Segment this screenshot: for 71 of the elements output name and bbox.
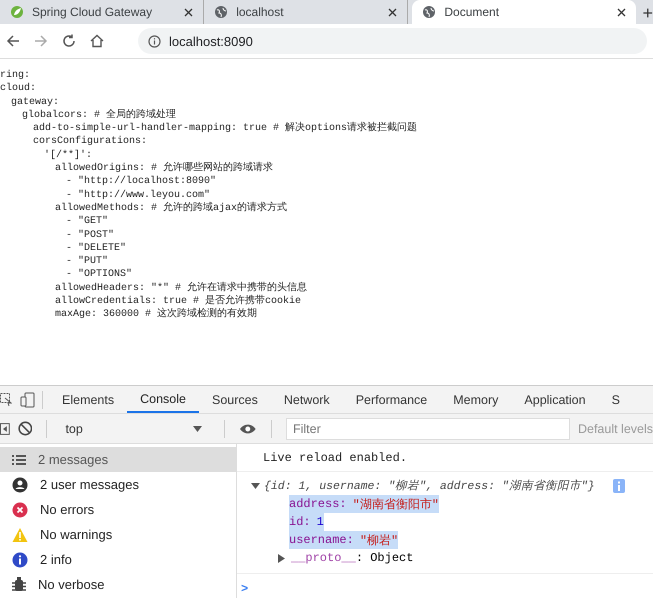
sidebar-item[interactable]: 2 info	[0, 547, 236, 572]
device-icon[interactable]	[20, 392, 36, 408]
devtools-tab[interactable]: Application	[511, 386, 599, 413]
sidebar-item[interactable]: No errors	[0, 497, 236, 522]
devtools-tab[interactable]: Elements	[49, 386, 128, 413]
devtools-tab[interactable]: S	[598, 386, 633, 413]
code-line: ring:	[0, 69, 32, 82]
code-line: maxAge: 360000 # 这次跨域检测的有效期	[55, 308, 258, 322]
close-icon[interactable]	[388, 8, 398, 16]
globe-icon	[214, 5, 228, 19]
property-row: id: 1	[289, 513, 324, 531]
context-dropdown[interactable]: top	[61, 422, 210, 436]
devtools-tab[interactable]: Performance	[342, 386, 440, 413]
log-message: Live reload enabled.	[263, 450, 408, 464]
code-line: - "DELETE"	[66, 242, 128, 256]
bug-icon	[12, 576, 26, 592]
browser-tab[interactable]: Spring Cloud Gateway	[0, 0, 204, 24]
back-icon[interactable]	[6, 34, 20, 48]
caret-icon	[193, 426, 202, 432]
eye-icon[interactable]	[239, 422, 257, 434]
user-icon	[12, 476, 28, 492]
console-prompt[interactable]: >	[237, 574, 653, 596]
code-line: - "http://localhost:8090"	[66, 175, 218, 189]
code-line: allowedOrigins: # 允许哪些网站的跨域请求	[55, 162, 274, 176]
code-line: '[/**]':	[44, 148, 94, 162]
sidebar-item[interactable]: 2 messages	[0, 447, 236, 472]
code-line: - "GET"	[66, 215, 110, 229]
sidebar-item[interactable]: No warnings	[0, 522, 236, 547]
info-icon[interactable]	[148, 34, 161, 48]
code-line: globalcors: # 全局的跨域处理	[22, 108, 178, 122]
browser-tab[interactable]: localhost	[204, 0, 408, 24]
sidebar-toggle-icon[interactable]	[0, 422, 10, 434]
code-line: gateway:	[11, 96, 60, 109]
devtools-tab[interactable]: Sources	[198, 386, 271, 413]
code-line: allowCredentials: true # 是否允许携带cookie	[55, 295, 302, 308]
close-icon[interactable]	[184, 8, 194, 16]
code-line: - "PUT"	[66, 255, 110, 268]
property-row: username: "柳岩"	[289, 531, 398, 549]
code-line: add-to-simple-url-handler-mapping: true # 解决options请求被拦截问题	[33, 122, 418, 136]
address-bar[interactable]: localhost:8090	[138, 28, 647, 54]
expand-arrow-icon[interactable]	[251, 481, 260, 490]
error-icon	[12, 502, 28, 518]
devtools-tab[interactable]: Memory	[440, 386, 512, 413]
inspect-icon[interactable]	[0, 392, 12, 406]
browser-tab[interactable]: Document	[412, 0, 636, 24]
home-icon[interactable]	[90, 34, 104, 48]
proto-property[interactable]: __proto__: Object	[291, 551, 414, 565]
info-icon	[612, 478, 625, 492]
reload-icon[interactable]	[62, 34, 76, 48]
filter-field[interactable]: Filter	[286, 418, 570, 440]
code-line: corsConfigurations:	[33, 135, 148, 149]
list-icon	[12, 454, 26, 466]
code-line: cloud:	[0, 82, 38, 96]
code-line: allowedHeaders: "*" # 允许在请求中携带的头信息	[55, 282, 308, 294]
sidebar-item[interactable]: 2 user messages	[0, 472, 236, 497]
expand-arrow-icon[interactable]	[277, 554, 285, 562]
new-tab-button[interactable]: +	[636, 3, 653, 24]
code-line: - "http://www.leyou.com"	[66, 188, 212, 202]
object-summary[interactable]: {id: 1, username: "柳岩", address: "湖南省衡阳市"}	[264, 478, 595, 493]
close-icon[interactable]	[617, 8, 626, 16]
info-icon	[12, 552, 28, 568]
clear-icon[interactable]	[18, 421, 32, 436]
leaf-icon	[10, 5, 24, 19]
code-line: allowedMethods: # 允许的跨域ajax的请求方式	[55, 202, 288, 216]
globe-icon	[422, 5, 436, 19]
warning-icon	[12, 526, 28, 542]
property-row: address: "湖南省衡阳市"	[289, 495, 440, 513]
sidebar-item[interactable]: No verbose	[0, 572, 236, 597]
code-line: - "OPTIONS"	[66, 268, 134, 282]
code-line: - "POST"	[66, 228, 116, 242]
devtools-tab[interactable]: Network	[270, 386, 343, 413]
